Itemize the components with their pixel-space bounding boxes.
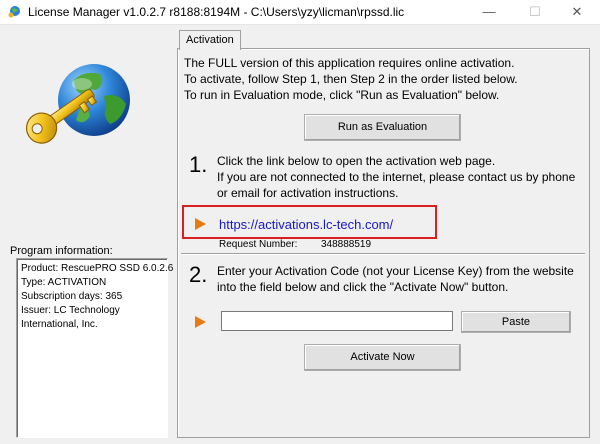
paste-button[interactable]: Paste [461,311,571,333]
globe-key-logo [25,64,130,144]
step2-number: 2. [189,262,208,287]
intro-line: To run in Evaluation mode, click "Run as… [184,88,500,102]
run-as-evaluation-button[interactable]: Run as Evaluation [304,114,461,141]
step1-line: If you are not connected to the internet… [217,170,576,184]
program-info-box: Product: RescuePRO SSD 6.0.2.6 Type: ACT… [16,258,174,438]
tab-activation[interactable]: Activation [179,30,241,50]
program-info-line: Product: RescuePRO SSD 6.0.2.6 [21,263,174,274]
intro-line: The FULL version of this application req… [184,56,515,70]
activation-link[interactable]: https://activations.lc-tech.com/ [219,217,393,232]
program-info-line: Subscription days: 365 [21,291,123,302]
program-info-line: Issuer: LC Technology [21,305,120,316]
intro-text: The FULL version of this application req… [184,55,518,103]
key-globe-icon [8,6,20,18]
program-info-line: Type: ACTIVATION [21,277,107,288]
arrow-right-icon [195,218,206,230]
program-info-label: Program information: [10,245,113,257]
arrow-right-icon [195,316,206,328]
step1-number: 1. [189,152,208,177]
program-info-line: International, Inc. [21,319,98,330]
step1-line: Click the link below to open the activat… [217,154,496,168]
step2-line: Enter your Activation Code (not your Lic… [217,264,574,278]
activation-code-input[interactable] [221,311,453,331]
step1-instructions: Click the link below to open the activat… [217,153,582,201]
step2-instructions: Enter your Activation Code (not your Lic… [217,263,582,295]
request-number-value: 348888519 [321,239,372,250]
maximize-button[interactable]: ☐ [512,0,558,24]
title-bar: License Manager v1.0.2.7 r8188:8194M - C… [0,0,600,25]
window-title: License Manager v1.0.2.7 r8188:8194M - C… [28,5,405,19]
request-number-label: Request Number: [219,239,298,250]
activate-now-button[interactable]: Activate Now [304,344,461,371]
close-button[interactable]: ✕ [554,0,600,24]
step2-line: into the field below and click the "Acti… [217,280,509,294]
step1-line: or email for activation instructions. [217,186,399,200]
step-divider [181,253,585,255]
intro-line: To activate, follow Step 1, then Step 2 … [184,72,518,86]
minimize-button[interactable]: — [466,0,512,24]
